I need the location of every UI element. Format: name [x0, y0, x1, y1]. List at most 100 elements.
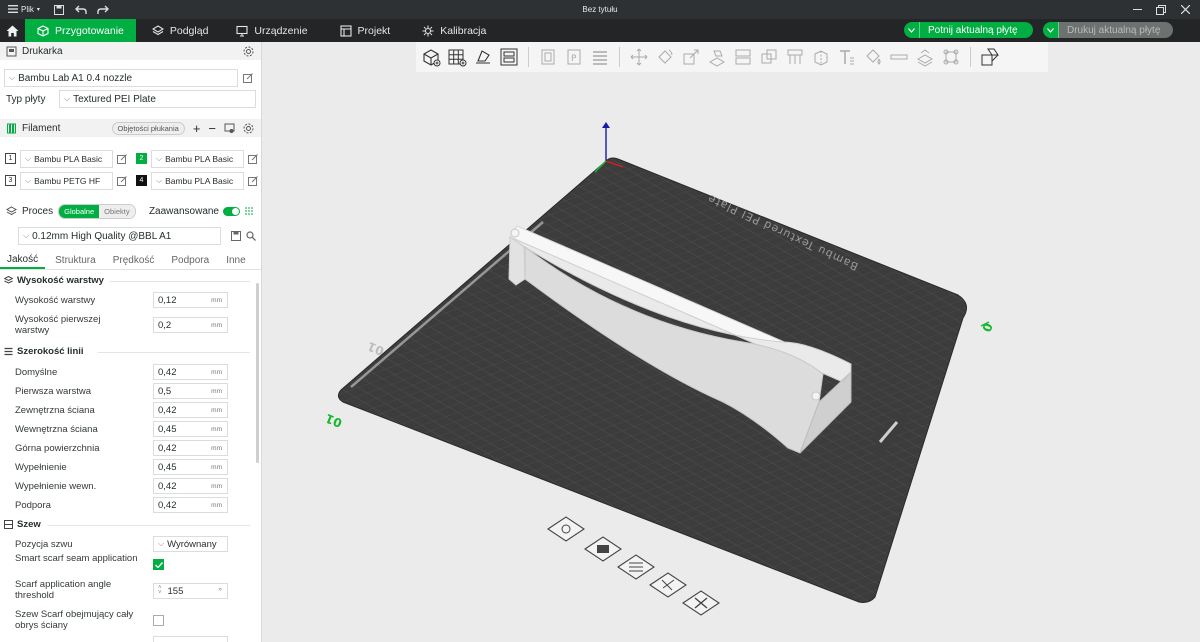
home-icon — [6, 25, 19, 36]
sidebar-scrollbar[interactable] — [256, 283, 259, 463]
file-menu[interactable]: Plik ▾ — [0, 4, 40, 15]
printer-select[interactable]: ⌵ Bambu Lab A1 0.4 nozzle — [4, 69, 238, 87]
edit-icon[interactable] — [248, 154, 258, 164]
subtab-speed[interactable]: Prędkość — [103, 252, 162, 269]
edit-icon[interactable] — [117, 154, 127, 164]
line-width-top-surface-input[interactable]: 0,42 mm — [153, 440, 228, 456]
minimize-button[interactable] — [1128, 0, 1146, 19]
plate-settings-button[interactable] — [547, 516, 585, 542]
layer-height-input[interactable]: 0,12 mm — [153, 292, 228, 308]
tab-preview[interactable]: Podgląd — [136, 19, 221, 42]
build-plate[interactable] — [337, 157, 968, 603]
group-label: Szerokość linii — [17, 346, 84, 357]
input-value: 0,12 — [158, 294, 177, 306]
subtab-others[interactable]: Inne — [216, 252, 252, 269]
sync-filament-icon[interactable] — [224, 123, 235, 134]
filament-select-2[interactable]: ⌵ Bambu PLA Basic — [151, 150, 244, 168]
plate-lock-button[interactable] — [584, 536, 622, 562]
stepper-arrows-icon[interactable]: ˄ ˅ — [158, 585, 162, 596]
close-button[interactable] — [1176, 0, 1194, 19]
restore-icon — [1156, 4, 1166, 15]
filament-select-4[interactable]: ⌵ Bambu PLA Basic — [151, 172, 244, 190]
filament-name: Bambu PLA Basic — [165, 176, 234, 186]
process-profile-select[interactable]: ⌵ 0.12mm High Quality @BBL A1 — [18, 227, 221, 245]
3d-viewport[interactable]: P Bambu Textured PEI Plate 01 01 0 — [263, 42, 1200, 642]
flush-volumes-button[interactable]: Objętości płukania — [111, 121, 185, 135]
edit-icon[interactable] — [248, 176, 258, 186]
line-width-internal-infill-input[interactable]: 0,42 mm — [153, 478, 228, 494]
chevron-down-icon[interactable] — [1043, 22, 1059, 38]
filament-select-1[interactable]: ⌵ Bambu PLA Basic — [20, 150, 113, 168]
restore-button[interactable] — [1152, 0, 1170, 19]
tab-device[interactable]: Urządzenie — [220, 19, 319, 42]
subtab-strength[interactable]: Struktura — [45, 252, 103, 269]
tab-prepare[interactable]: Przygotowanie — [25, 19, 136, 42]
filament-slot-badge[interactable]: 2 — [136, 153, 147, 164]
smart-scarf-checkbox[interactable] — [153, 559, 164, 570]
print-plate-button[interactable]: Drukuj aktualną płytę — [1043, 22, 1173, 38]
unit-label: mm — [211, 444, 222, 452]
subtab-quality[interactable]: Jakość — [0, 252, 46, 269]
filament-slot-badge[interactable]: 3 — [5, 175, 16, 186]
line-width-first-layer-input[interactable]: 0,5 mm — [153, 383, 228, 399]
gear-icon[interactable] — [243, 123, 254, 134]
compare-icon[interactable] — [244, 206, 254, 216]
scarf-angle-stepper[interactable]: ˄ ˅ 155 ° — [153, 583, 228, 599]
line-width-default-input[interactable]: 0,42 mm — [153, 364, 228, 380]
group-label: Wysokość warstwy — [17, 275, 104, 286]
filament-slot-badge[interactable]: 4 — [136, 175, 147, 186]
printer-name: Bambu Lab A1 0.4 nozzle — [18, 72, 133, 84]
plate-type-select[interactable]: ⌵ Textured PEI Plate — [59, 90, 256, 108]
plate-delete-button[interactable] — [682, 590, 720, 616]
line-width-infill-input[interactable]: 0,45 mm — [153, 459, 228, 475]
tab-label: Projekt — [357, 24, 391, 37]
save-icon[interactable] — [231, 231, 241, 241]
home-button[interactable] — [0, 19, 25, 42]
chevron-down-icon: ⌵ — [25, 176, 32, 185]
build-plate-scene[interactable]: Bambu Textured PEI Plate 01 01 0 — [263, 42, 1200, 642]
global-toggle[interactable]: Globalne — [59, 204, 100, 218]
plate-type-label: Typ płyty — [6, 94, 46, 105]
edit-icon[interactable] — [117, 176, 127, 186]
scarf-full-loop-checkbox[interactable] — [153, 615, 164, 626]
undo-button[interactable] — [70, 0, 92, 19]
add-icon[interactable]: + — [193, 121, 201, 136]
line-width-outer-wall-input[interactable]: 0,42 mm — [153, 402, 228, 418]
save-button[interactable] — [48, 0, 70, 19]
layers-icon — [151, 24, 164, 37]
tab-calibration[interactable]: Kalibracja — [402, 19, 498, 42]
advanced-switch[interactable] — [223, 206, 240, 216]
gear-icon[interactable] — [243, 46, 254, 57]
line-width-internal-infill-label: Wypełnienie wewn. — [15, 481, 97, 492]
objects-toggle[interactable]: Obiekty — [99, 204, 135, 218]
partial-next-input[interactable] — [153, 636, 228, 642]
subtab-support[interactable]: Podpora — [161, 252, 216, 269]
edit-icon[interactable] — [243, 73, 253, 83]
redo-button[interactable] — [92, 0, 114, 19]
line-width-inner-wall-label: Wewnętrzna ściana — [15, 424, 98, 435]
project-icon — [339, 24, 352, 37]
line-width-inner-wall-input[interactable]: 0,45 mm — [153, 421, 228, 437]
unit-label: mm — [211, 425, 222, 433]
chevron-down-icon: ⌵ — [156, 176, 163, 185]
scarf-angle-label: Scarf application angle threshold — [15, 579, 112, 601]
slice-plate-button[interactable]: Potnij aktualną płytę — [904, 22, 1033, 38]
filament-slot-badge[interactable]: 1 — [5, 153, 16, 164]
process-scope-toggle: Globalne Obiekty — [58, 203, 136, 219]
input-value: 155 — [167, 585, 184, 597]
plate-orient-button[interactable] — [649, 572, 687, 598]
filament-select-3[interactable]: ⌵ Bambu PETG HF — [20, 172, 113, 190]
seam-icon — [4, 520, 13, 529]
first-layer-height-input[interactable]: 0,2 mm — [153, 317, 228, 333]
line-width-support-input[interactable]: 0,42 mm — [153, 497, 228, 513]
group-label: Szew — [17, 519, 41, 530]
plate-arrange-button[interactable] — [617, 554, 655, 580]
chevron-down-icon[interactable] — [904, 22, 920, 38]
tab-project[interactable]: Projekt — [320, 19, 403, 42]
unit-label: mm — [211, 406, 222, 414]
checkmark-icon — [154, 561, 163, 568]
remove-icon[interactable]: − — [208, 121, 216, 136]
seam-position-select[interactable]: ⌵ Wyrównany — [153, 536, 228, 552]
search-icon[interactable] — [246, 231, 256, 241]
chevron-down-icon: ▾ — [36, 7, 40, 13]
